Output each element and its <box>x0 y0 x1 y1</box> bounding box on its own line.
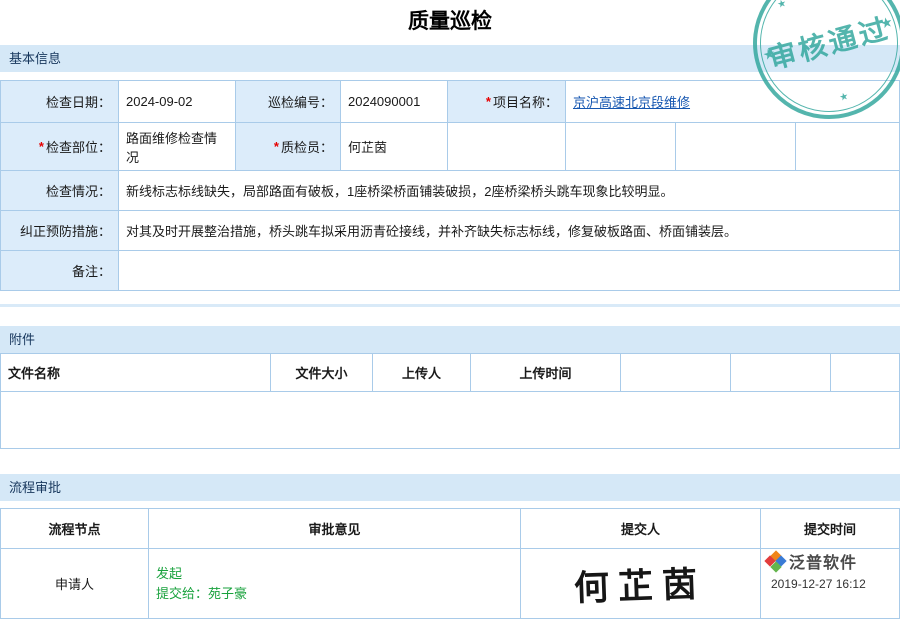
vendor-logo: 泛普软件 <box>766 549 857 573</box>
empty-cell <box>731 354 831 392</box>
label-text: 质检员： <box>281 137 333 156</box>
section-header-approval: 流程审批 <box>0 474 900 501</box>
situation-label: 检查情况： <box>1 171 119 211</box>
attachments-header-row: 文件名称 文件大小 上传人 上传时间 <box>1 354 900 392</box>
measures-value: 对其及时开展整治措施，桥头跳车拟采用沥青砼接线，并补齐缺失标志标线，修复破板路面… <box>119 211 900 251</box>
column-header-flow-node: 流程节点 <box>1 509 149 549</box>
section-header-basic-info: 基本信息 <box>0 45 900 72</box>
required-asterisk: * <box>486 94 491 109</box>
basic-info-table: 检查日期： 2024-09-02 巡检编号： 2024090001 * 项目名称… <box>0 80 900 291</box>
vendor-logo-text: 泛普软件 <box>789 549 857 573</box>
pinwheel-logo-icon <box>766 552 785 571</box>
handwritten-signature: 何芷茵 <box>574 556 708 612</box>
attachments-table: 文件名称 文件大小 上传人 上传时间 <box>0 353 900 392</box>
project-name-value: 京沪高速北京段维修 <box>566 81 900 123</box>
inspector-label: * 质检员： <box>236 123 341 171</box>
approval-table: 流程节点 审批意见 提交人 提交时间 申请人 发起 提交给：苑子豪 何芷茵 20… <box>0 508 900 619</box>
section-header-attachments: 附件 <box>0 326 900 353</box>
page-title: 质量巡检 <box>0 0 900 45</box>
required-asterisk: * <box>39 139 44 154</box>
empty-cell <box>448 123 566 171</box>
empty-cell <box>676 123 796 171</box>
table-row: 备注： <box>1 251 900 291</box>
situation-value: 新线标志标线缺失，局部路面有破板，1座桥梁桥面铺装破损，2座桥梁桥头跳车现象比较… <box>119 171 900 211</box>
approval-opinion-cell: 发起 提交给：苑子豪 <box>149 549 521 619</box>
measures-label: 纠正预防措施： <box>1 211 119 251</box>
quality-inspection-page: 质量巡检 基本信息 检查日期： 2024-09-02 巡检编号： 2024090… <box>0 0 900 619</box>
column-header-file-name: 文件名称 <box>1 354 271 392</box>
required-asterisk: * <box>274 139 279 154</box>
project-link[interactable]: 京沪高速北京段维修 <box>573 92 690 111</box>
remark-value <box>119 251 900 291</box>
check-part-value: 路面维修检查情况 <box>119 123 236 171</box>
column-header-file-size: 文件大小 <box>271 354 373 392</box>
column-header-upload-time: 上传时间 <box>471 354 621 392</box>
opinion-submit-to: 提交给：苑子豪 <box>156 584 247 604</box>
empty-cell <box>831 354 900 392</box>
column-header-approval-opinion: 审批意见 <box>149 509 521 549</box>
check-date-label: 检查日期： <box>1 81 119 123</box>
table-row: 检查日期： 2024-09-02 巡检编号： 2024090001 * 项目名称… <box>1 81 900 123</box>
opinion-action: 发起 <box>156 564 182 584</box>
check-date-value: 2024-09-02 <box>119 81 236 123</box>
approval-header-row: 流程节点 审批意见 提交人 提交时间 <box>1 509 900 549</box>
column-header-submitter: 提交人 <box>521 509 761 549</box>
remark-label: 备注： <box>1 251 119 291</box>
column-header-submit-time: 提交时间 <box>761 509 900 549</box>
column-header-uploader: 上传人 <box>373 354 471 392</box>
label-text: 项目名称： <box>493 92 558 111</box>
table-row: * 检查部位： 路面维修检查情况 * 质检员： 何芷茵 <box>1 123 900 171</box>
submitter-signature-cell: 何芷茵 <box>521 549 761 619</box>
attachments-empty-area <box>0 392 900 449</box>
inspector-value: 何芷茵 <box>341 123 448 171</box>
inspection-no-value: 2024090001 <box>341 81 448 123</box>
empty-cell <box>566 123 676 171</box>
table-row: 纠正预防措施： 对其及时开展整治措施，桥头跳车拟采用沥青砼接线，并补齐缺失标志标… <box>1 211 900 251</box>
table-row: 检查情况： 新线标志标线缺失，局部路面有破板，1座桥梁桥面铺装破损，2座桥梁桥头… <box>1 171 900 211</box>
empty-cell <box>796 123 900 171</box>
empty-cell <box>621 354 731 392</box>
project-name-label: * 项目名称： <box>448 81 566 123</box>
label-text: 检查部位： <box>46 137 111 156</box>
check-part-label: * 检查部位： <box>1 123 119 171</box>
flow-node-value: 申请人 <box>1 549 149 619</box>
inspection-no-label: 巡检编号： <box>236 81 341 123</box>
section-divider <box>0 304 900 307</box>
